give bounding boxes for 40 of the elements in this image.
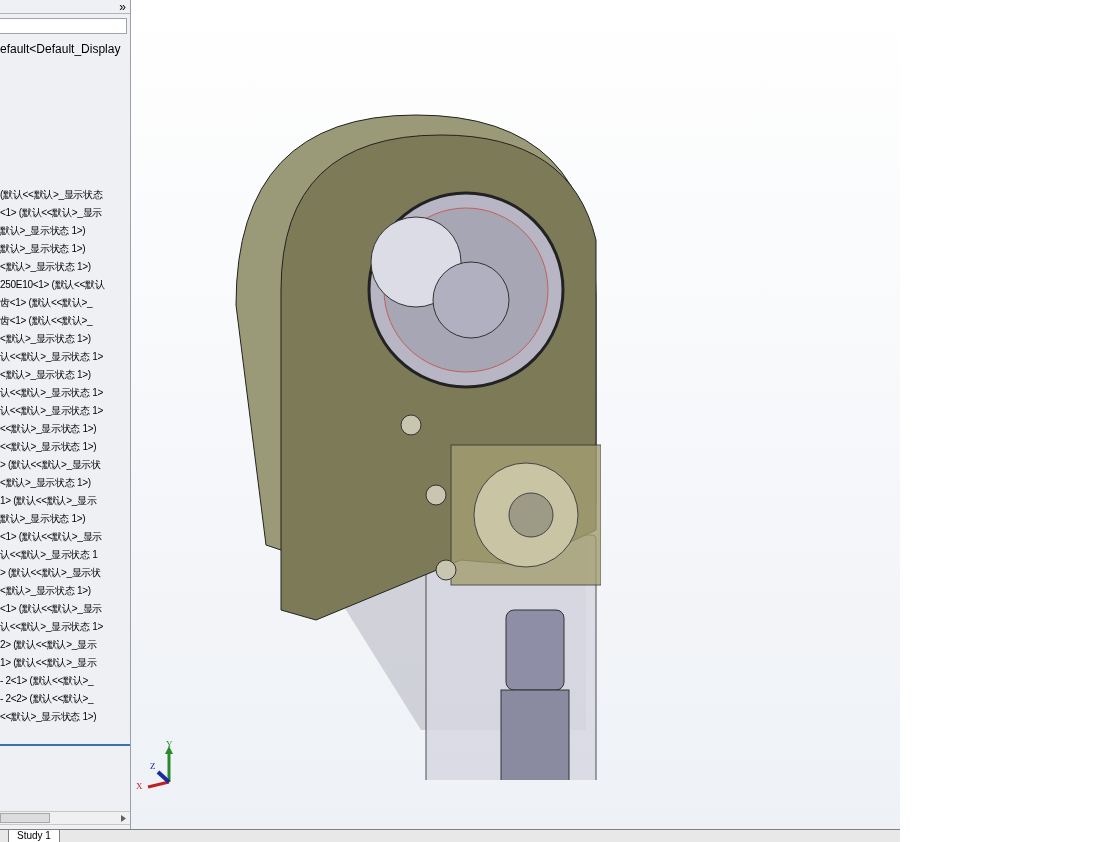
tree-item[interactable]: 齿<1> (默认<<默认>_ xyxy=(0,294,130,312)
config-name[interactable]: efault<Default_Display xyxy=(0,40,130,58)
tree-item[interactable]: <1> (默认<<默认>_显示 xyxy=(0,204,130,222)
horizontal-scrollbar[interactable] xyxy=(0,811,130,825)
tree-item[interactable]: 认<<默认>_显示状态 1 xyxy=(0,546,130,564)
tree-item[interactable]: 1> (默认<<默认>_显示 xyxy=(0,654,130,672)
tree-item[interactable]: 认<<默认>_显示状态 1> xyxy=(0,348,130,366)
scroll-right-icon[interactable] xyxy=(121,814,126,822)
tree-item[interactable]: 认<<默认>_显示状态 1> xyxy=(0,618,130,636)
study-tab[interactable]: Study 1 xyxy=(8,830,60,842)
tree-item[interactable]: <默认>_显示状态 1>) xyxy=(0,258,130,276)
tree-item[interactable]: 250E10<1> (默认<<默认 xyxy=(0,276,130,294)
tree-item[interactable]: 认<<默认>_显示状态 1> xyxy=(0,384,130,402)
tree-item[interactable]: 默认>_显示状态 1>) xyxy=(0,510,130,528)
x-axis-label: X xyxy=(136,780,143,793)
tree-item[interactable]: (默认<<默认>_显示状态 xyxy=(0,186,130,204)
tree-item[interactable]: <<默认>_显示状态 1>) xyxy=(0,708,130,726)
tree-item[interactable]: <1> (默认<<默认>_显示 xyxy=(0,600,130,618)
tree-item[interactable]: 认<<默认>_显示状态 1> xyxy=(0,402,130,420)
tree-item[interactable]: 默认>_显示状态 1>) xyxy=(0,240,130,258)
collapse-glyph[interactable]: » xyxy=(119,0,126,13)
tree-item[interactable]: - 2<2> (默认<<默认>_ xyxy=(0,690,130,708)
tree-item[interactable]: 齿<1> (默认<<默认>_ xyxy=(0,312,130,330)
tree-item[interactable]: <默认>_显示状态 1>) xyxy=(0,582,130,600)
z-axis-label: Z xyxy=(150,760,156,773)
tree-item[interactable]: - 2<1> (默认<<默认>_ xyxy=(0,672,130,690)
tree-item[interactable]: <默认>_显示状态 1>) xyxy=(0,330,130,348)
tree-item[interactable]: 1> (默认<<默认>_显示 xyxy=(0,492,130,510)
tree-item[interactable]: > (默认<<默认>_显示状 xyxy=(0,564,130,582)
tree-item[interactable]: > (默认<<默认>_显示状 xyxy=(0,456,130,474)
tree-item[interactable]: <默认>_显示状态 1>) xyxy=(0,366,130,384)
scroll-thumb[interactable] xyxy=(0,813,50,823)
tree-item[interactable]: <<默认>_显示状态 1>) xyxy=(0,420,130,438)
y-axis-label: Y xyxy=(166,738,173,751)
tree-item[interactable]: <默认>_显示状态 1>) xyxy=(0,474,130,492)
filter-field[interactable] xyxy=(0,18,127,34)
tree-item[interactable]: <<默认>_显示状态 1>) xyxy=(0,438,130,456)
tree-item[interactable]: <1> (默认<<默认>_显示 xyxy=(0,528,130,546)
tree-item[interactable]: 2> (默认<<默认>_显示 xyxy=(0,636,130,654)
tree-item[interactable]: 默认>_显示状态 1>) xyxy=(0,222,130,240)
